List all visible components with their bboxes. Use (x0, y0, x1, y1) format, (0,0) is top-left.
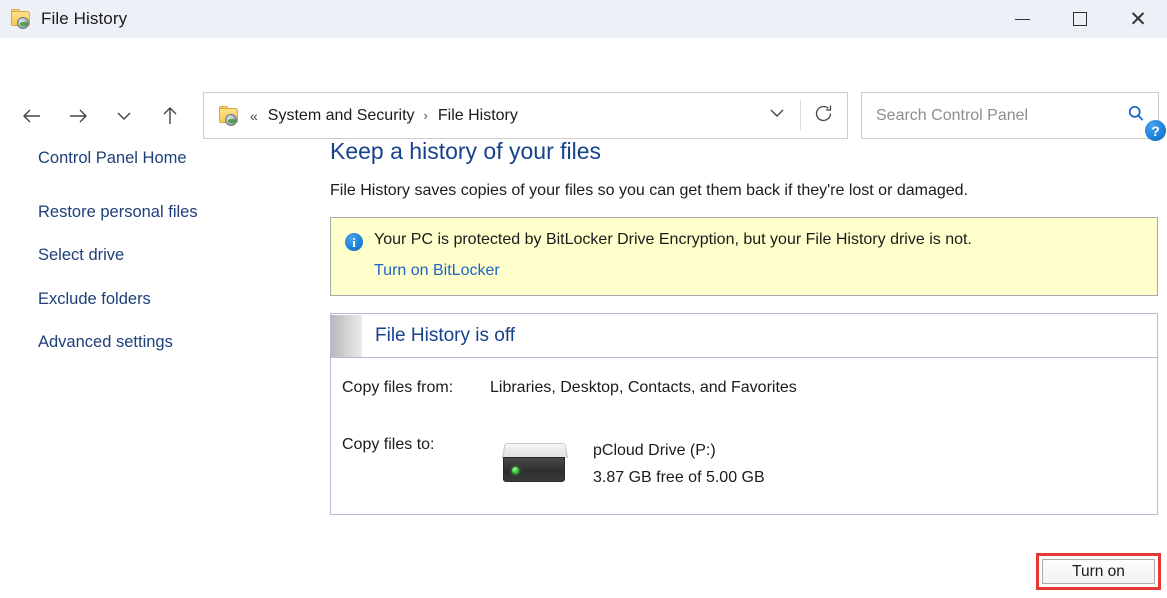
recent-locations-button[interactable] (104, 96, 144, 136)
window-controls: ✕ (993, 0, 1167, 38)
close-icon: ✕ (1129, 7, 1147, 31)
navigation-bar: « System and Security › File History (0, 38, 1167, 139)
close-button[interactable]: ✕ (1109, 0, 1167, 38)
back-button[interactable] (12, 96, 52, 136)
sidebar: Control Panel Home Restore personal file… (0, 150, 330, 378)
sidebar-item-advanced-settings[interactable]: Advanced settings (38, 334, 330, 351)
drive-name: pCloud Drive (P:) (593, 442, 716, 459)
breadcrumb-separator-icon: › (423, 108, 428, 123)
address-folder-history-icon (218, 105, 240, 126)
forward-button[interactable] (58, 96, 98, 136)
sidebar-item-restore-personal-files[interactable]: Restore personal files (38, 203, 330, 221)
back-arrow-icon (20, 104, 44, 128)
turn-on-bitlocker-link[interactable]: Turn on BitLocker (374, 262, 500, 280)
chevron-down-icon (114, 106, 134, 126)
status-badge: File History is off (375, 325, 516, 346)
status-panel-header: File History is off (331, 314, 1157, 358)
status-panel: File History is off Copy files from: Lib… (330, 313, 1158, 515)
drive-led-icon (512, 467, 519, 474)
external-drive-icon (502, 441, 568, 483)
info-icon: i (345, 233, 363, 251)
breadcrumb-item-system-and-security[interactable]: System and Security (268, 107, 415, 125)
chevron-down-icon (767, 103, 787, 128)
bitlocker-warning-banner: i Your PC is protected by BitLocker Driv… (330, 217, 1158, 296)
target-drive: pCloud Drive (P:) 3.87 GB free of 5.00 G… (502, 437, 765, 486)
banner-text: Your PC is protected by BitLocker Drive … (374, 231, 972, 248)
search-box[interactable] (861, 92, 1159, 139)
page-title: Keep a history of your files (330, 138, 602, 164)
maximize-icon (1073, 12, 1087, 26)
status-panel-body: Copy files from: Libraries, Desktop, Con… (331, 358, 1157, 514)
refresh-icon (813, 103, 834, 129)
address-dropdown-button[interactable] (755, 93, 799, 138)
copy-files-to-row: Copy files to: pCloud Drive (P:) 3.87 GB… (331, 437, 1157, 486)
copy-files-from-value: Libraries, Desktop, Contacts, and Favori… (490, 379, 797, 396)
forward-arrow-icon (66, 104, 90, 128)
minimize-icon (1014, 18, 1030, 20)
file-history-window: File History ✕ « System and Security › F… (0, 0, 1167, 598)
breadcrumb-item-file-history[interactable]: File History (438, 107, 518, 125)
copy-files-to-label: Copy files to: (342, 436, 435, 453)
maximize-button[interactable] (1051, 0, 1109, 38)
drive-free-space: 3.87 GB free of 5.00 GB (593, 469, 765, 486)
up-button[interactable] (150, 96, 190, 136)
up-arrow-icon (158, 104, 182, 128)
refresh-button[interactable] (801, 93, 845, 138)
sidebar-item-select-drive[interactable]: Select drive (38, 247, 330, 264)
page-description: File History saves copies of your files … (330, 182, 969, 199)
help-button[interactable]: ? (1145, 120, 1166, 141)
turn-on-highlight: Turn on (1036, 553, 1161, 590)
main-content: Keep a history of your files File Histor… (330, 140, 1167, 515)
address-bar[interactable]: « System and Security › File History (203, 92, 848, 139)
window-title: File History (41, 9, 128, 28)
title-bar: File History ✕ (0, 0, 1167, 38)
status-indicator-block (331, 314, 362, 357)
copy-files-from-label: Copy files from: (342, 379, 454, 396)
breadcrumb-overflow-icon[interactable]: « (250, 108, 258, 124)
folder-history-icon (10, 9, 32, 29)
turn-on-button[interactable]: Turn on (1042, 559, 1155, 584)
search-input[interactable] (874, 105, 1104, 126)
copy-files-from-row: Copy files from: Libraries, Desktop, Con… (331, 380, 1157, 396)
minimize-button[interactable] (993, 0, 1051, 38)
search-icon[interactable] (1126, 103, 1146, 128)
sidebar-item-control-panel-home[interactable]: Control Panel Home (38, 150, 330, 167)
sidebar-item-exclude-folders[interactable]: Exclude folders (38, 290, 330, 308)
